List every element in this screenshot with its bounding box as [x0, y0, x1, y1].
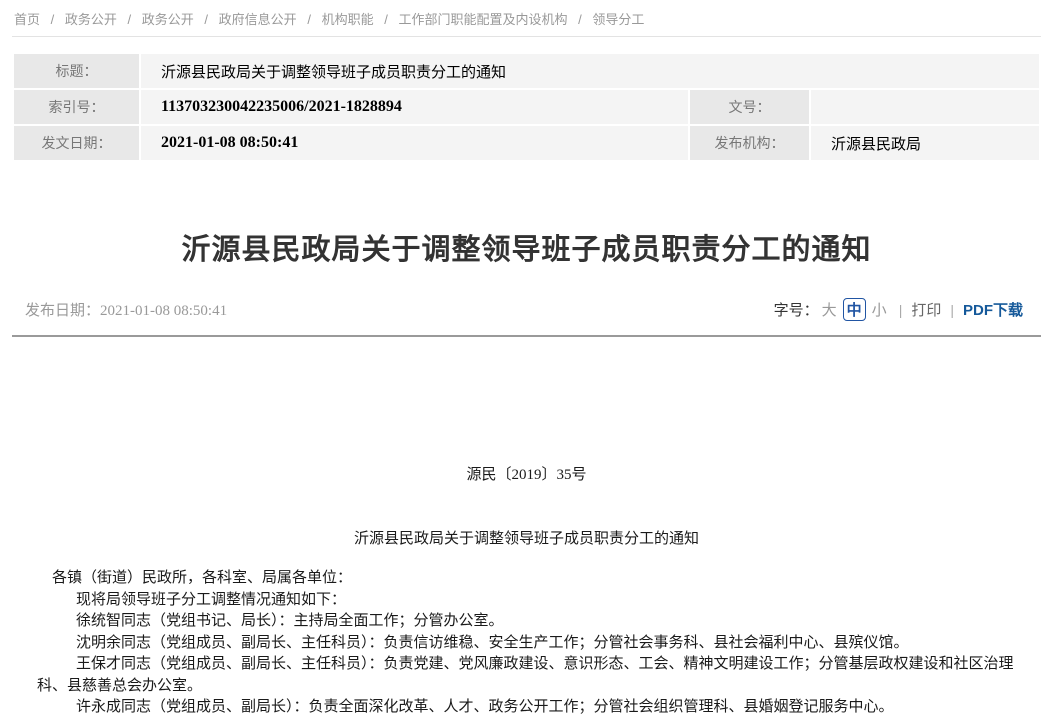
- article-meta-row: 发布日期：2021-01-08 08:50:41 字号： 大 中 小 | 打印 …: [12, 298, 1041, 321]
- breadcrumb-item-zwgk-2[interactable]: 政务公开: [142, 12, 194, 27]
- paragraph-intro: 现将局领导班子分工调整情况通知如下：: [37, 590, 1016, 612]
- breadcrumb-item-home[interactable]: 首页: [14, 12, 40, 27]
- doc-number-value: [810, 89, 1040, 125]
- paragraph-salutation: 各镇（街道）民政所，各科室、局属各单位：: [37, 568, 1016, 590]
- document-body: 源民〔2019〕35号 沂源县民政局关于调整领导班子成员职责分工的通知 各镇（街…: [12, 465, 1041, 719]
- breadcrumb-separator: /: [578, 12, 582, 27]
- font-size-medium-button[interactable]: 中: [843, 298, 866, 321]
- paragraph-wangbaocai: 王保才同志（党组成员、副局长、主任科员）：负责党建、党风廉政建设、意识形态、工会…: [37, 654, 1016, 697]
- breadcrumb-separator: /: [51, 12, 55, 27]
- pdf-download-button[interactable]: PDF下载: [963, 299, 1023, 320]
- breadcrumb-item-org-functions[interactable]: 机构职能: [322, 12, 374, 27]
- document-inner-title: 沂源县民政局关于调整领导班子成员职责分工的通知: [37, 529, 1016, 551]
- issue-date-value: 2021-01-08 08:50:41: [140, 125, 689, 161]
- breadcrumb-divider: [12, 36, 1041, 37]
- doc-number-label: 文号：: [689, 89, 810, 125]
- paragraph-shenmingyu: 沈明余同志（党组成员、副局长、主任科员）：负责信访维稳、安全生产工作；分管社会事…: [37, 633, 1016, 655]
- document-meta-table: 标题： 沂源县民政局关于调整领导班子成员职责分工的通知 索引号： 1137032…: [12, 52, 1041, 162]
- breadcrumb: 首页 / 政务公开 / 政务公开 / 政府信息公开 / 机构职能 / 工作部门职…: [12, 0, 1041, 36]
- print-button[interactable]: 打印: [911, 299, 941, 320]
- paragraph-xuyongcheng: 许永成同志（党组成员、副局长）：负责全面深化改革、人才、政务公开工作；分管社会组…: [37, 697, 1016, 719]
- breadcrumb-item-info-disclosure[interactable]: 政府信息公开: [219, 12, 297, 27]
- index-number-label: 索引号：: [13, 89, 140, 125]
- table-row-index: 索引号： 113703230042235006/2021-1828894 文号：: [13, 89, 1040, 125]
- breadcrumb-separator: /: [128, 12, 132, 27]
- breadcrumb-item-leadership: 领导分工: [592, 12, 644, 27]
- issue-date-label: 发文日期：: [13, 125, 140, 161]
- table-row-date: 发文日期： 2021-01-08 08:50:41 发布机构： 沂源县民政局: [13, 125, 1040, 161]
- breadcrumb-item-zwgk-1[interactable]: 政务公开: [65, 12, 117, 27]
- document-number: 源民〔2019〕35号: [37, 465, 1016, 487]
- toolbar-divider: |: [899, 302, 903, 318]
- title-label: 标题：: [13, 53, 140, 89]
- breadcrumb-separator: /: [384, 12, 388, 27]
- article-toolbar: 字号： 大 中 小 | 打印 | PDF下载: [774, 298, 1041, 321]
- breadcrumb-separator: /: [307, 12, 311, 27]
- page: 首页 / 政务公开 / 政务公开 / 政府信息公开 / 机构职能 / 工作部门职…: [0, 0, 1053, 719]
- agency-label: 发布机构：: [689, 125, 810, 161]
- toolbar-divider: |: [950, 302, 954, 318]
- content-divider: [12, 335, 1041, 337]
- font-size-small-button[interactable]: 小: [872, 299, 887, 320]
- agency-value: 沂源县民政局: [810, 125, 1040, 161]
- publish-date: 发布日期：2021-01-08 08:50:41: [12, 299, 227, 320]
- breadcrumb-separator: /: [204, 12, 208, 27]
- page-title: 沂源县民政局关于调整领导班子成员职责分工的通知: [12, 226, 1041, 268]
- font-size-large-button[interactable]: 大: [822, 299, 837, 320]
- paragraph-xutongzhi: 徐统智同志（党组书记、局长）：主持局全面工作；分管办公室。: [37, 611, 1016, 633]
- font-size-label: 字号：: [774, 299, 819, 320]
- title-value: 沂源县民政局关于调整领导班子成员职责分工的通知: [140, 53, 1040, 89]
- breadcrumb-item-dept-config[interactable]: 工作部门职能配置及内设机构: [398, 12, 567, 27]
- index-number-value: 113703230042235006/2021-1828894: [140, 89, 689, 125]
- table-row-title: 标题： 沂源县民政局关于调整领导班子成员职责分工的通知: [13, 53, 1040, 89]
